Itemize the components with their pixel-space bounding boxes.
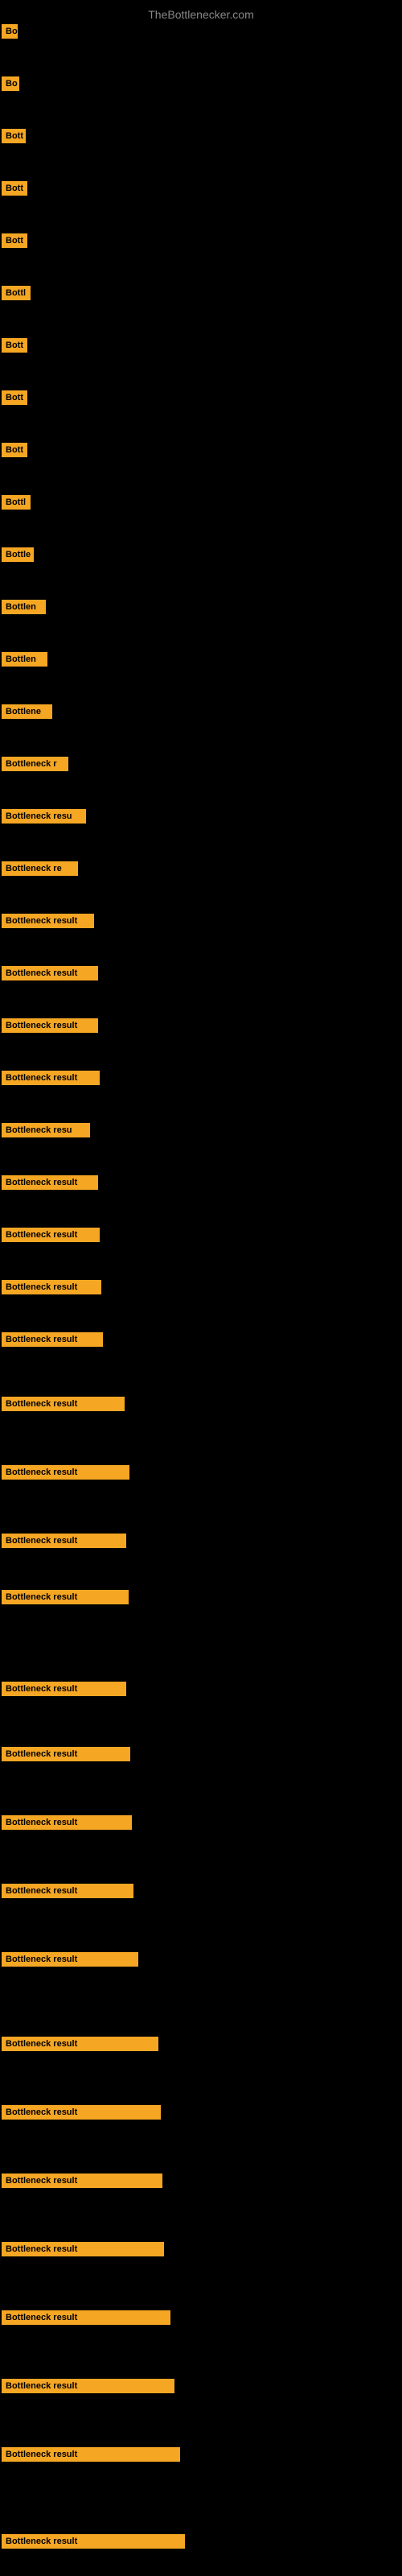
bottleneck-label: Bott bbox=[2, 181, 27, 196]
bottleneck-item: Bottleneck result bbox=[2, 2534, 185, 2553]
bottleneck-item: Bott bbox=[2, 338, 27, 357]
bottleneck-label: Bott bbox=[2, 390, 27, 405]
bottleneck-label: Bottleneck result bbox=[2, 2105, 161, 2120]
bottleneck-item: Bottleneck result bbox=[2, 914, 94, 932]
bottleneck-item: Bottleneck resu bbox=[2, 1123, 90, 1141]
bottleneck-label: Bottleneck result bbox=[2, 2174, 162, 2188]
bottleneck-item: Bottleneck result bbox=[2, 1397, 125, 1415]
bottleneck-label: Bo bbox=[2, 24, 18, 39]
bottleneck-label: Bo bbox=[2, 76, 19, 91]
bottleneck-label: Bottleneck result bbox=[2, 2534, 185, 2549]
bottleneck-item: Bottleneck result bbox=[2, 966, 98, 985]
bottleneck-item: Bottlen bbox=[2, 652, 47, 671]
bottleneck-item: Bottleneck result bbox=[2, 1952, 138, 1971]
bottleneck-item: Bottleneck result bbox=[2, 1590, 129, 1608]
bottleneck-item: Bottleneck resu bbox=[2, 809, 86, 828]
bottleneck-label: Bottleneck result bbox=[2, 1534, 126, 1548]
bottleneck-item: Bottle bbox=[2, 547, 34, 566]
bottleneck-item: Bottleneck r bbox=[2, 757, 68, 775]
bottleneck-item: Bottl bbox=[2, 286, 31, 304]
bottleneck-item: Bottleneck result bbox=[2, 1071, 100, 1089]
bottleneck-item: Bottleneck result bbox=[2, 1018, 98, 1037]
bottleneck-label: Bott bbox=[2, 338, 27, 353]
bottleneck-label: Bottleneck result bbox=[2, 1228, 100, 1242]
bottleneck-label: Bottle bbox=[2, 547, 34, 562]
bottleneck-label: Bottleneck result bbox=[2, 2037, 158, 2051]
bottleneck-item: Bott bbox=[2, 181, 27, 200]
bottleneck-item: Bottleneck result bbox=[2, 1534, 126, 1552]
bottleneck-label: Bottl bbox=[2, 495, 31, 510]
bottleneck-item: Bottl bbox=[2, 495, 31, 514]
bottleneck-item: Bottleneck result bbox=[2, 2105, 161, 2124]
site-title: TheBottlenecker.com bbox=[0, 2, 402, 24]
bottleneck-label: Bottleneck result bbox=[2, 1018, 98, 1033]
bottleneck-item: Bottleneck result bbox=[2, 2447, 180, 2466]
bottleneck-item: Bottlene bbox=[2, 704, 52, 723]
bottleneck-label: Bottleneck result bbox=[2, 1397, 125, 1411]
bottleneck-label: Bottleneck result bbox=[2, 914, 94, 928]
bottleneck-label: Bottleneck result bbox=[2, 1332, 103, 1347]
bottleneck-label: Bottleneck result bbox=[2, 2242, 164, 2256]
bottleneck-label: Bottleneck result bbox=[2, 1952, 138, 1967]
bottleneck-item: Bottleneck result bbox=[2, 1682, 126, 1700]
bottleneck-item: Bott bbox=[2, 443, 27, 461]
bottleneck-item: Bottleneck result bbox=[2, 1884, 133, 1902]
bottleneck-label: Bottleneck result bbox=[2, 1815, 132, 1830]
bottleneck-item: Bottleneck result bbox=[2, 1228, 100, 1246]
bottleneck-item: Bott bbox=[2, 233, 27, 252]
bottleneck-label: Bottlen bbox=[2, 600, 46, 614]
bottleneck-label: Bottleneck result bbox=[2, 966, 98, 980]
bottleneck-item: Bottleneck result bbox=[2, 2174, 162, 2192]
bottleneck-item: Bott bbox=[2, 390, 27, 409]
bottleneck-label: Bottleneck result bbox=[2, 2447, 180, 2462]
bottleneck-item: Bottleneck result bbox=[2, 1747, 130, 1765]
bottleneck-item: Bottleneck result bbox=[2, 2310, 170, 2329]
bottleneck-label: Bottleneck re bbox=[2, 861, 78, 876]
bottleneck-item: Bottleneck result bbox=[2, 1465, 129, 1484]
bottleneck-label: Bottleneck result bbox=[2, 1747, 130, 1761]
bottleneck-item: Bottleneck result bbox=[2, 1280, 101, 1298]
bottleneck-item: Bott bbox=[2, 129, 26, 147]
bottleneck-label: Bottleneck resu bbox=[2, 1123, 90, 1137]
bottleneck-label: Bottleneck result bbox=[2, 1884, 133, 1898]
bottleneck-label: Bottleneck result bbox=[2, 1280, 101, 1294]
bottleneck-label: Bottleneck result bbox=[2, 1071, 100, 1085]
bottleneck-item: Bottleneck result bbox=[2, 2037, 158, 2055]
bottleneck-label: Bottleneck result bbox=[2, 1175, 98, 1190]
bottleneck-label: Bottleneck result bbox=[2, 1590, 129, 1604]
bottleneck-label: Bottleneck resu bbox=[2, 809, 86, 824]
bottleneck-label: Bottleneck result bbox=[2, 1682, 126, 1696]
bottleneck-label: Bottlen bbox=[2, 652, 47, 667]
bottleneck-item: Bottleneck result bbox=[2, 1815, 132, 1834]
bottleneck-label: Bott bbox=[2, 443, 27, 457]
bottleneck-item: Bottleneck result bbox=[2, 1332, 103, 1351]
bottleneck-item: Bo bbox=[2, 76, 19, 95]
bottleneck-label: Bottleneck r bbox=[2, 757, 68, 771]
bottleneck-label: Bottleneck result bbox=[2, 1465, 129, 1480]
bottleneck-item: Bottleneck result bbox=[2, 1175, 98, 1194]
bottleneck-item: Bottlen bbox=[2, 600, 46, 618]
bottleneck-label: Bottleneck result bbox=[2, 2379, 174, 2393]
bottleneck-item: Bottleneck result bbox=[2, 2379, 174, 2397]
bottleneck-item: Bottleneck re bbox=[2, 861, 78, 880]
bottleneck-item: Bottleneck result bbox=[2, 2242, 164, 2260]
bottleneck-item: Bo bbox=[2, 24, 18, 43]
bottleneck-label: Bott bbox=[2, 129, 26, 143]
bottleneck-label: Bottleneck result bbox=[2, 2310, 170, 2325]
bottleneck-label: Bottl bbox=[2, 286, 31, 300]
bottleneck-label: Bottlene bbox=[2, 704, 52, 719]
bottleneck-label: Bott bbox=[2, 233, 27, 248]
